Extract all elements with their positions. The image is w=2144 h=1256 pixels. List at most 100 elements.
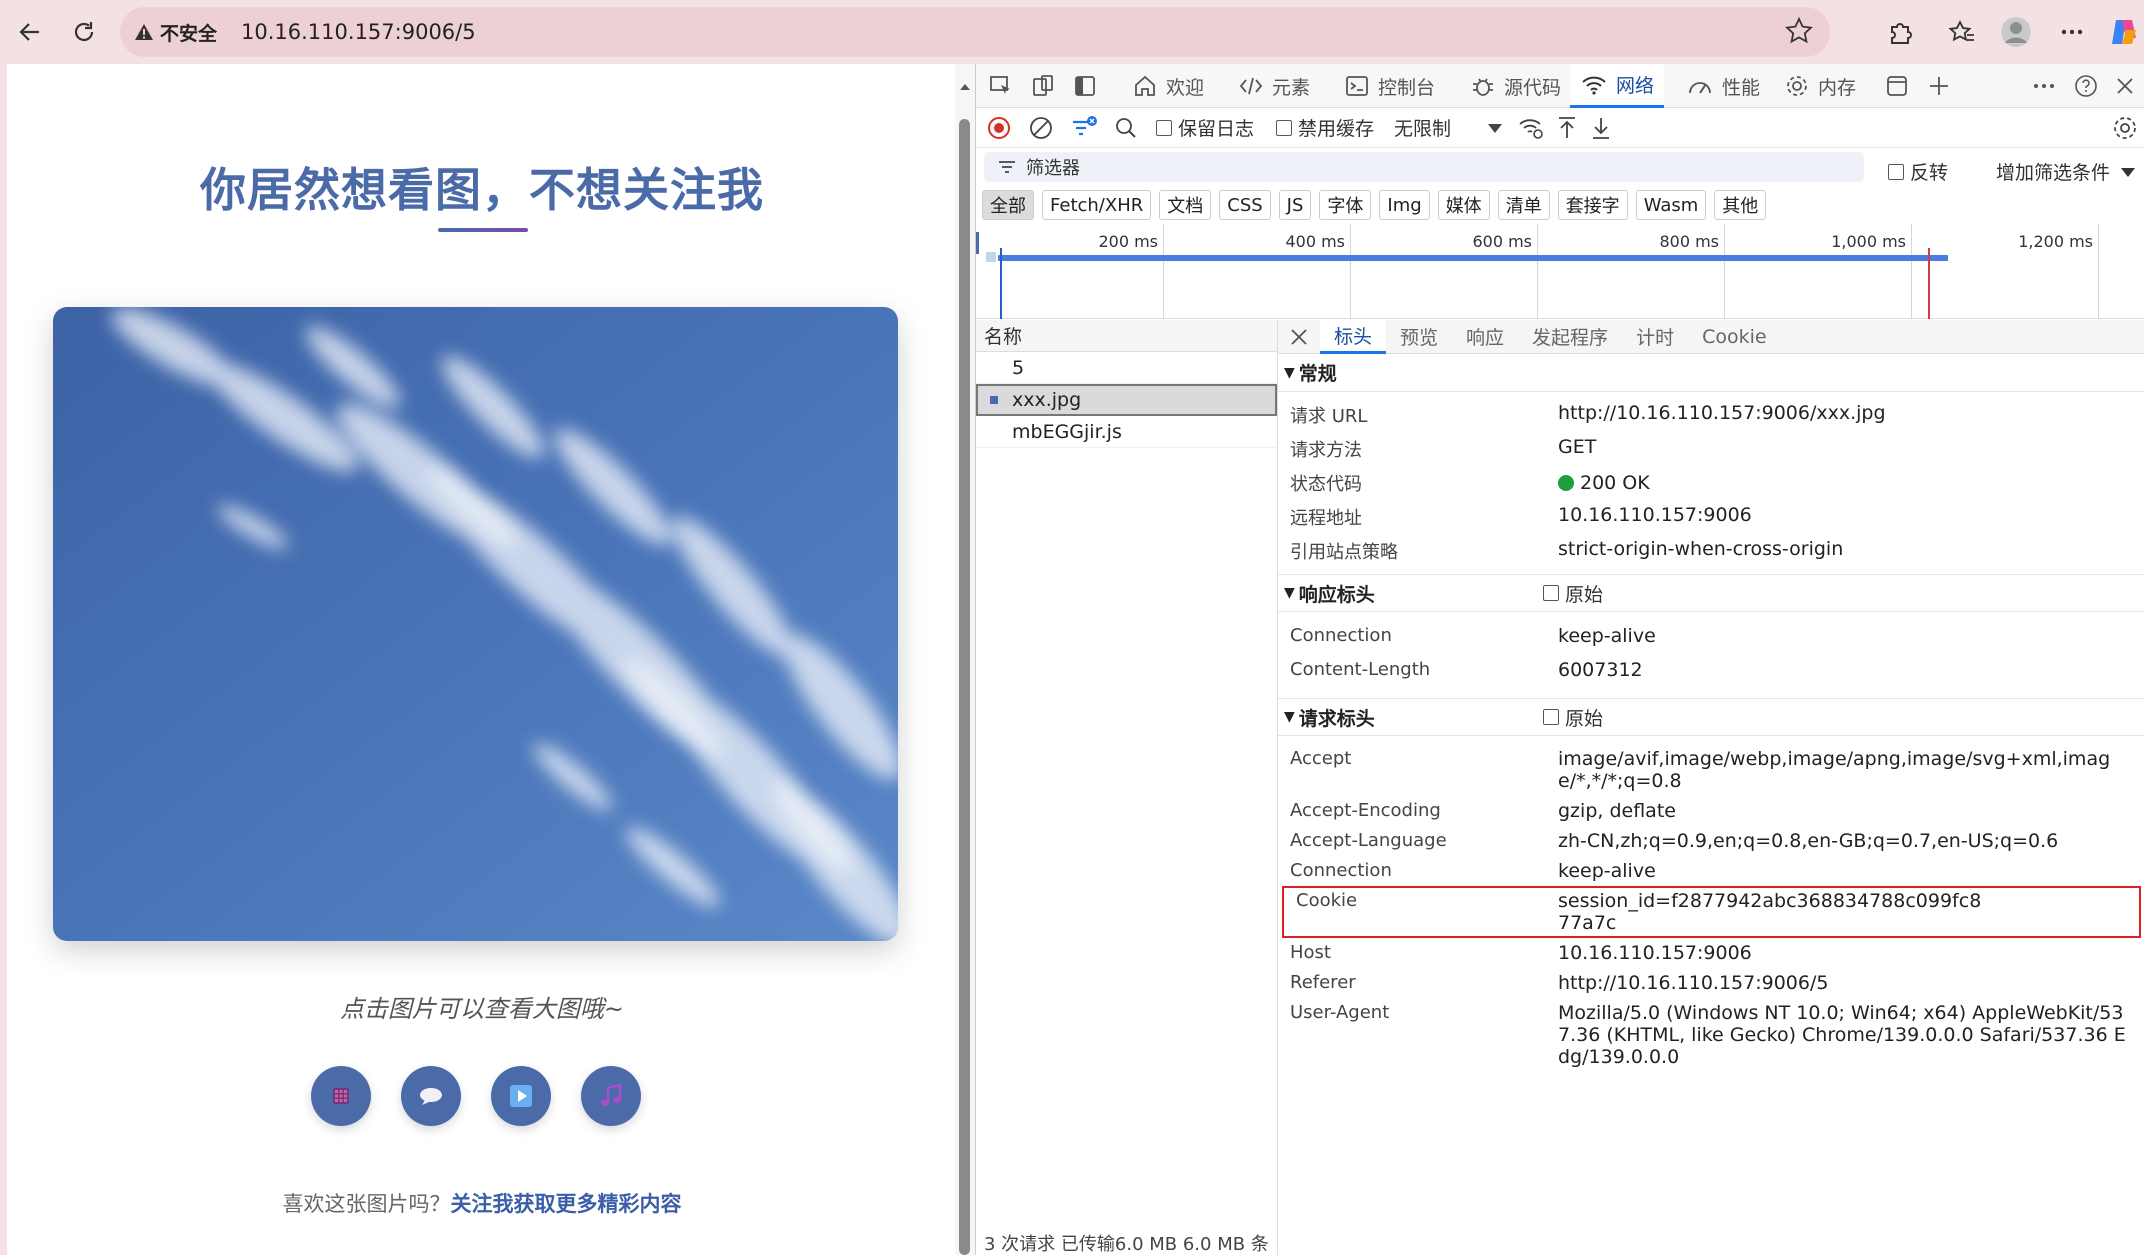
profile-button[interactable] (1996, 12, 2036, 52)
page-scrollbar[interactable] (955, 64, 975, 1255)
security-indicator[interactable]: 不安全 (134, 19, 217, 46)
tab-cookies[interactable]: Cookie (1688, 320, 1781, 354)
reload-button[interactable] (64, 12, 104, 52)
favorites-button[interactable] (1942, 12, 1982, 52)
request-row-selected[interactable]: xxx.jpg (976, 384, 1277, 416)
type-socket[interactable]: 套接字 (1557, 190, 1628, 220)
header-value: GET (1558, 436, 1597, 458)
extensions-button[interactable] (1880, 12, 1920, 52)
more-menu-button[interactable] (2052, 12, 2092, 52)
network-settings-button[interactable] (2111, 114, 2139, 142)
tab-console[interactable]: 控制台 (1336, 64, 1443, 108)
invert-box[interactable] (1888, 163, 1904, 180)
header-row: 请求 URL http://10.16.110.157:9006/xxx.jpg (1278, 398, 2144, 432)
response-headers-section-header[interactable]: ▼ 响应标头 原始 (1278, 574, 2144, 612)
tab-network[interactable]: 网络 (1570, 64, 1665, 108)
response-raw-label: 原始 (1565, 583, 1604, 606)
type-font[interactable]: 字体 (1319, 190, 1372, 220)
tab-response[interactable]: 响应 (1452, 320, 1518, 354)
sky-image[interactable] (53, 307, 898, 941)
image-caption: 点击图片可以查看大图哦~ (339, 995, 625, 1023)
back-button[interactable] (10, 12, 50, 52)
import-har-button[interactable] (1555, 115, 1579, 141)
more-filters-dropdown[interactable]: 增加筛选条件 (1996, 158, 2136, 185)
copilot-button[interactable] (2104, 12, 2144, 52)
type-doc[interactable]: 文档 (1159, 190, 1212, 220)
type-other[interactable]: 其他 (1714, 190, 1767, 220)
request-headers-section-header[interactable]: ▼ 请求标头 原始 (1278, 698, 2144, 736)
inspect-button[interactable] (988, 64, 1014, 108)
tab-memory[interactable]: 内存 (1776, 64, 1864, 108)
tab-headers[interactable]: 标头 (1320, 319, 1387, 354)
record-button[interactable] (986, 115, 1012, 141)
tab-sources[interactable]: 源代码 (1462, 64, 1569, 108)
timeline-gridline (1911, 224, 1912, 319)
tab-initiator[interactable]: 发起程序 (1518, 320, 1622, 354)
type-css[interactable]: CSS (1219, 190, 1271, 220)
caret-down-icon: ▼ (1284, 709, 1295, 725)
header-value: 10.16.110.157:9006 (1558, 942, 1752, 964)
request-row[interactable]: mbEGGjir.js (976, 416, 1277, 448)
export-har-button[interactable] (1589, 115, 1613, 141)
throttle-select[interactable]: 无限制 (1394, 114, 1503, 141)
dock-toggle-button[interactable] (1072, 64, 1098, 108)
disable-cache-checkbox[interactable]: 禁用缓存 (1276, 114, 1374, 141)
close-details-button[interactable] (1278, 326, 1320, 348)
network-conditions-button[interactable] (1517, 115, 1545, 141)
type-wasm[interactable]: Wasm (1635, 190, 1707, 220)
general-section-header[interactable]: ▼ 常规 (1278, 354, 2144, 392)
preserve-log-checkbox[interactable]: 保留日志 (1156, 114, 1254, 141)
scrollbar-thumb[interactable] (959, 119, 970, 1255)
chevron-down-icon (1488, 123, 1503, 133)
request-raw-checkbox[interactable]: 原始 (1543, 704, 1603, 731)
header-key: Content-Length (1290, 659, 1431, 680)
gallery-button[interactable] (311, 1066, 371, 1126)
close-devtools-button[interactable] (2113, 64, 2137, 108)
preserve-log-box[interactable] (1156, 119, 1172, 136)
network-timeline[interactable]: 200 ms 400 ms 600 ms 800 ms 1,000 ms 1,2… (976, 224, 2144, 319)
filter-toggle-button[interactable] (1070, 115, 1098, 141)
type-img[interactable]: Img (1379, 190, 1430, 220)
device-emulation-button[interactable] (1030, 64, 1056, 108)
request-raw-box[interactable] (1543, 709, 1559, 725)
response-raw-checkbox[interactable]: 原始 (1543, 580, 1603, 607)
request-row[interactable]: 5 (976, 352, 1277, 384)
comment-button[interactable] (401, 1066, 461, 1126)
address-bar[interactable]: 不安全 10.16.110.157:9006/5 (120, 7, 1830, 57)
url-text[interactable]: 10.16.110.157:9006/5 (241, 20, 476, 44)
more-tools-button[interactable] (1926, 64, 1952, 108)
clear-button[interactable] (1028, 115, 1054, 141)
request-raw-label: 原始 (1565, 707, 1604, 730)
follow-link[interactable]: 关注我获取更多精彩内容 (451, 1192, 682, 1216)
search-button[interactable] (1114, 116, 1138, 140)
type-js[interactable]: JS (1278, 190, 1312, 220)
tab-performance[interactable]: 性能 (1678, 64, 1768, 108)
music-button[interactable] (581, 1066, 641, 1126)
video-button[interactable] (491, 1066, 551, 1126)
type-manifest[interactable]: 清单 (1497, 190, 1550, 220)
header-key: Connection (1290, 625, 1392, 646)
disable-cache-box[interactable] (1276, 119, 1293, 136)
header-value: 6007312 (1558, 659, 1643, 681)
application-tab-button[interactable] (1884, 64, 1910, 108)
header-row: User-Agent Mozilla/5.0 (Windows NT 10.0; … (1278, 998, 2144, 1072)
response-raw-box[interactable] (1543, 585, 1559, 601)
tab-timing[interactable]: 计时 (1622, 320, 1688, 354)
cookie-value: session_id=f2877942abc368834788c099fc877… (1558, 890, 1982, 934)
type-fetch-xhr[interactable]: Fetch/XHR (1042, 190, 1152, 220)
favorite-button[interactable] (1784, 16, 1814, 46)
invert-checkbox[interactable]: 反转 (1888, 158, 1948, 185)
help-button[interactable] (2073, 64, 2099, 108)
status-ok-dot-icon (1558, 475, 1574, 491)
tick-label: 200 ms (1098, 232, 1158, 251)
header-key: Cookie (1296, 890, 1358, 911)
general-rows: 请求 URL http://10.16.110.157:9006/xxx.jpg … (1278, 392, 2144, 574)
tab-preview[interactable]: 预览 (1386, 320, 1452, 354)
type-all[interactable]: 全部 (982, 190, 1034, 220)
type-media[interactable]: 媒体 (1437, 190, 1490, 220)
name-column-header[interactable]: 名称 (976, 320, 1277, 352)
tab-elements[interactable]: 元素 (1230, 64, 1318, 108)
filter-input[interactable]: 筛选器 (984, 152, 1864, 182)
tab-welcome[interactable]: 欢迎 (1124, 64, 1212, 108)
devtools-menu-button[interactable] (2031, 64, 2057, 108)
